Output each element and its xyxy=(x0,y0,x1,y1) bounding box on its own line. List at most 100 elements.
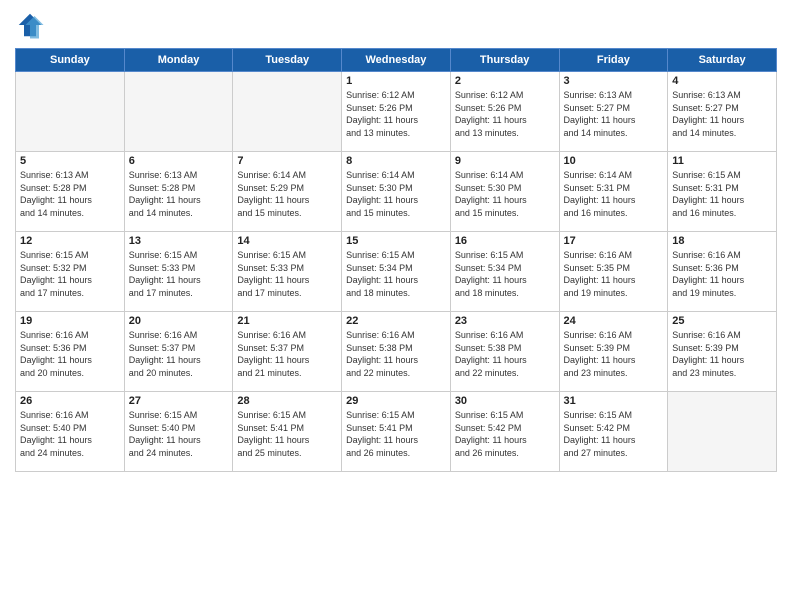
weekday-header: Saturday xyxy=(668,49,777,72)
calendar-week-row: 12Sunrise: 6:15 AM Sunset: 5:32 PM Dayli… xyxy=(16,232,777,312)
day-info: Sunrise: 6:15 AM Sunset: 5:33 PM Dayligh… xyxy=(237,249,337,299)
weekday-header: Sunday xyxy=(16,49,125,72)
weekday-header: Friday xyxy=(559,49,668,72)
day-info: Sunrise: 6:15 AM Sunset: 5:33 PM Dayligh… xyxy=(129,249,229,299)
calendar-week-row: 19 Sunrise: 6:16 AM Sunset: 5:36 PM Dayli… xyxy=(16,312,777,392)
day-number: 16 xyxy=(455,235,555,247)
weekday-header: Tuesday xyxy=(233,49,342,72)
day-info: Sunrise: 6:15 AM Sunset: 5:34 PM Dayligh… xyxy=(455,249,555,299)
day-info: Sunrise: 6:16 AM Sunset: 5:40 PM Dayligh… xyxy=(20,409,120,459)
calendar-cell: 2 Sunrise: 6:12 AM Sunset: 5:26 PM Daylig… xyxy=(450,72,559,152)
calendar-cell: 19 Sunrise: 6:16 AM Sunset: 5:36 PM Dayli… xyxy=(16,312,125,392)
calendar-week-row: 26 Sunrise: 6:16 AM Sunset: 5:40 PM Dayli… xyxy=(16,392,777,472)
calendar-cell: 4Sunrise: 6:13 AM Sunset: 5:27 PM Daylig… xyxy=(668,72,777,152)
day-number: 31 xyxy=(564,395,664,407)
day-info: Sunrise: 6:14 AM Sunset: 5:30 PM Dayligh… xyxy=(455,169,555,219)
day-number: 29 xyxy=(346,395,446,407)
day-number: 15 xyxy=(346,235,446,247)
calendar-cell: 14 Sunrise: 6:15 AM Sunset: 5:33 PM Dayli… xyxy=(233,232,342,312)
day-number: 20 xyxy=(129,315,229,327)
day-number: 10 xyxy=(564,155,664,167)
day-number: 25 xyxy=(672,315,772,327)
day-number: 8 xyxy=(346,155,446,167)
day-number: 12 xyxy=(20,235,120,247)
calendar-cell: 26 Sunrise: 6:16 AM Sunset: 5:40 PM Dayli… xyxy=(16,392,125,472)
calendar-cell: 12Sunrise: 6:15 AM Sunset: 5:32 PM Dayli… xyxy=(16,232,125,312)
day-info: Sunrise: 6:15 AM Sunset: 5:42 PM Dayligh… xyxy=(564,409,664,459)
day-number: 2 xyxy=(455,75,555,87)
calendar-cell xyxy=(668,392,777,472)
calendar-cell: 10 Sunrise: 6:14 AM Sunset: 5:31 PM Dayli… xyxy=(559,152,668,232)
day-number: 11 xyxy=(672,155,772,167)
day-info: Sunrise: 6:13 AM Sunset: 5:28 PM Dayligh… xyxy=(129,169,229,219)
day-info: Sunrise: 6:12 AM Sunset: 5:26 PM Dayligh… xyxy=(455,89,555,139)
weekday-header: Wednesday xyxy=(342,49,451,72)
weekday-header-row: SundayMondayTuesdayWednesdayThursdayFrid… xyxy=(16,49,777,72)
calendar-week-row: 5Sunrise: 6:13 AM Sunset: 5:28 PM Daylig… xyxy=(16,152,777,232)
day-info: Sunrise: 6:14 AM Sunset: 5:31 PM Dayligh… xyxy=(564,169,664,219)
day-number: 17 xyxy=(564,235,664,247)
calendar-cell: 23 Sunrise: 6:16 AM Sunset: 5:38 PM Dayli… xyxy=(450,312,559,392)
calendar-cell: 15 Sunrise: 6:15 AM Sunset: 5:34 PM Dayli… xyxy=(342,232,451,312)
day-info: Sunrise: 6:15 AM Sunset: 5:41 PM Dayligh… xyxy=(346,409,446,459)
calendar-cell: 1 Sunrise: 6:12 AM Sunset: 5:26 PM Daylig… xyxy=(342,72,451,152)
calendar-table: SundayMondayTuesdayWednesdayThursdayFrid… xyxy=(15,48,777,472)
calendar-cell: 6 Sunrise: 6:13 AM Sunset: 5:28 PM Daylig… xyxy=(124,152,233,232)
day-info: Sunrise: 6:15 AM Sunset: 5:34 PM Dayligh… xyxy=(346,249,446,299)
day-info: Sunrise: 6:15 AM Sunset: 5:31 PM Dayligh… xyxy=(672,169,772,219)
calendar-cell xyxy=(233,72,342,152)
day-info: Sunrise: 6:14 AM Sunset: 5:30 PM Dayligh… xyxy=(346,169,446,219)
calendar-cell: 3Sunrise: 6:13 AM Sunset: 5:27 PM Daylig… xyxy=(559,72,668,152)
calendar-cell xyxy=(124,72,233,152)
day-info: Sunrise: 6:16 AM Sunset: 5:39 PM Dayligh… xyxy=(564,329,664,379)
calendar-cell: 28Sunrise: 6:15 AM Sunset: 5:41 PM Dayli… xyxy=(233,392,342,472)
day-info: Sunrise: 6:16 AM Sunset: 5:35 PM Dayligh… xyxy=(564,249,664,299)
calendar-cell: 8 Sunrise: 6:14 AM Sunset: 5:30 PM Daylig… xyxy=(342,152,451,232)
day-info: Sunrise: 6:15 AM Sunset: 5:40 PM Dayligh… xyxy=(129,409,229,459)
calendar-cell xyxy=(16,72,125,152)
day-number: 23 xyxy=(455,315,555,327)
weekday-header: Thursday xyxy=(450,49,559,72)
calendar-cell: 5Sunrise: 6:13 AM Sunset: 5:28 PM Daylig… xyxy=(16,152,125,232)
day-number: 3 xyxy=(564,75,664,87)
day-number: 1 xyxy=(346,75,446,87)
calendar-cell: 30 Sunrise: 6:15 AM Sunset: 5:42 PM Dayli… xyxy=(450,392,559,472)
calendar-cell: 13 Sunrise: 6:15 AM Sunset: 5:33 PM Dayli… xyxy=(124,232,233,312)
day-number: 18 xyxy=(672,235,772,247)
day-info: Sunrise: 6:16 AM Sunset: 5:36 PM Dayligh… xyxy=(20,329,120,379)
day-info: Sunrise: 6:15 AM Sunset: 5:41 PM Dayligh… xyxy=(237,409,337,459)
logo xyxy=(15,10,49,40)
day-info: Sunrise: 6:13 AM Sunset: 5:28 PM Dayligh… xyxy=(20,169,120,219)
day-number: 14 xyxy=(237,235,337,247)
day-info: Sunrise: 6:15 AM Sunset: 5:42 PM Dayligh… xyxy=(455,409,555,459)
logo-icon xyxy=(15,10,45,40)
calendar-cell: 16 Sunrise: 6:15 AM Sunset: 5:34 PM Dayli… xyxy=(450,232,559,312)
page: SundayMondayTuesdayWednesdayThursdayFrid… xyxy=(0,0,792,612)
day-info: Sunrise: 6:16 AM Sunset: 5:39 PM Dayligh… xyxy=(672,329,772,379)
day-number: 26 xyxy=(20,395,120,407)
day-number: 19 xyxy=(20,315,120,327)
calendar-cell: 22Sunrise: 6:16 AM Sunset: 5:38 PM Dayli… xyxy=(342,312,451,392)
day-info: Sunrise: 6:16 AM Sunset: 5:37 PM Dayligh… xyxy=(237,329,337,379)
day-number: 4 xyxy=(672,75,772,87)
day-number: 9 xyxy=(455,155,555,167)
day-number: 30 xyxy=(455,395,555,407)
day-number: 21 xyxy=(237,315,337,327)
day-info: Sunrise: 6:12 AM Sunset: 5:26 PM Dayligh… xyxy=(346,89,446,139)
calendar-cell: 11 Sunrise: 6:15 AM Sunset: 5:31 PM Dayli… xyxy=(668,152,777,232)
calendar-cell: 7 Sunrise: 6:14 AM Sunset: 5:29 PM Daylig… xyxy=(233,152,342,232)
day-info: Sunrise: 6:16 AM Sunset: 5:36 PM Dayligh… xyxy=(672,249,772,299)
calendar-cell: 20 Sunrise: 6:16 AM Sunset: 5:37 PM Dayli… xyxy=(124,312,233,392)
header xyxy=(15,10,777,40)
day-info: Sunrise: 6:16 AM Sunset: 5:38 PM Dayligh… xyxy=(455,329,555,379)
day-number: 7 xyxy=(237,155,337,167)
weekday-header: Monday xyxy=(124,49,233,72)
day-info: Sunrise: 6:16 AM Sunset: 5:37 PM Dayligh… xyxy=(129,329,229,379)
day-number: 22 xyxy=(346,315,446,327)
day-number: 6 xyxy=(129,155,229,167)
calendar-cell: 21 Sunrise: 6:16 AM Sunset: 5:37 PM Dayli… xyxy=(233,312,342,392)
calendar-cell: 18 Sunrise: 6:16 AM Sunset: 5:36 PM Dayli… xyxy=(668,232,777,312)
day-number: 13 xyxy=(129,235,229,247)
day-info: Sunrise: 6:14 AM Sunset: 5:29 PM Dayligh… xyxy=(237,169,337,219)
calendar-cell: 25 Sunrise: 6:16 AM Sunset: 5:39 PM Dayli… xyxy=(668,312,777,392)
